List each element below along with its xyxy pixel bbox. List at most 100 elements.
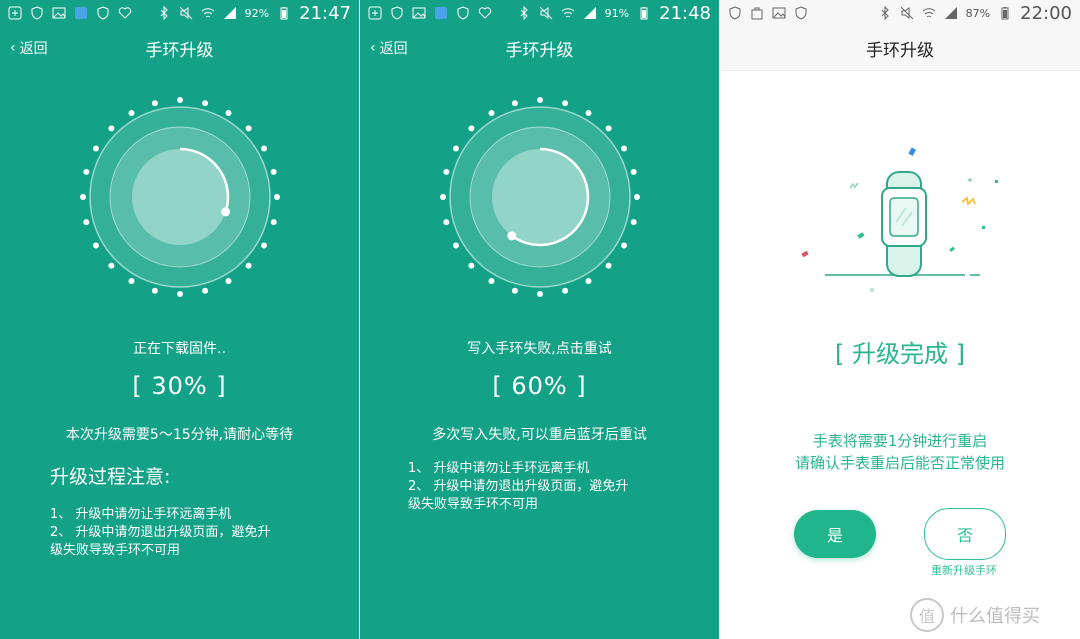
- battery-icon: [277, 6, 291, 20]
- plus-notification-icon: [368, 6, 382, 20]
- ring-dot: [605, 262, 612, 269]
- app-notification-icon: [74, 6, 88, 20]
- back-label: 返回: [19, 41, 48, 57]
- bluetooth-icon: [517, 6, 531, 20]
- battery-percent: 91%: [604, 6, 630, 20]
- ring-dot: [225, 109, 232, 116]
- status-message: 正在下载固件..: [133, 341, 226, 357]
- ring-dot: [585, 109, 592, 116]
- app-notification-icon: [434, 6, 448, 20]
- battery-percent: 92%: [244, 6, 270, 20]
- ring-dot: [443, 168, 450, 175]
- watermark-logo-icon: 值: [910, 598, 944, 632]
- battery-percent: 87%: [965, 6, 991, 20]
- no-button[interactable]: 否: [924, 508, 1006, 560]
- wifi-icon: [922, 6, 936, 20]
- clock: 21:48: [659, 2, 711, 24]
- image-icon: [772, 6, 786, 20]
- ring-dot: [537, 291, 543, 297]
- ring-dot: [488, 109, 495, 116]
- chevron-left-icon: ‹: [10, 40, 16, 56]
- heart-shield-icon: [118, 6, 132, 20]
- back-button[interactable]: ‹ 返回: [10, 26, 48, 70]
- ring-dot: [468, 125, 475, 132]
- signal-icon: [583, 6, 597, 20]
- note-line: 2、 升级中请勿退出升级页面，避免升: [408, 479, 629, 494]
- ring-dot: [83, 219, 90, 226]
- progress-ring-graphic: [80, 97, 280, 297]
- signal-icon: [944, 6, 958, 20]
- wristband-icon: [801, 147, 998, 292]
- ring-dot: [468, 262, 475, 269]
- band-complete-illustration: [790, 140, 1010, 300]
- ring-dot: [128, 109, 135, 116]
- progress-ring-graphic: [440, 97, 640, 297]
- panel-upgrade-complete: 87% 22:00 手环升级: [720, 0, 1080, 639]
- image-icon: [52, 6, 66, 20]
- ring-dot: [261, 242, 268, 249]
- progress-ring: [80, 92, 280, 302]
- wifi-icon: [561, 6, 575, 20]
- page-title: 手环升级: [145, 40, 214, 61]
- status-bar: 91% 21:48: [360, 0, 719, 26]
- notes-list: 1、 升级中请勿让手环远离手机 2、 升级中请勿退出升级页面，避免升 级失败导致…: [408, 460, 678, 514]
- ring-dot: [245, 125, 252, 132]
- wait-hint: 本次升级需要5～15分钟,请耐心等待: [65, 427, 294, 443]
- ring-dot: [585, 278, 592, 285]
- ring-dot: [452, 145, 459, 152]
- failure-hint: 多次写入失败,可以重启蓝牙后重试: [432, 427, 647, 443]
- shield-icon: [794, 6, 808, 20]
- ring-dot: [245, 262, 252, 269]
- page-title: 手环升级: [866, 40, 934, 61]
- reupgrade-label: 重新升级手环: [931, 564, 997, 577]
- yes-button[interactable]: 是: [794, 510, 876, 558]
- ring-dot: [80, 194, 86, 200]
- ring-dot: [562, 287, 569, 294]
- ring-dot: [92, 242, 99, 249]
- ring-dot: [630, 219, 637, 226]
- page-title: 手环升级: [505, 40, 574, 61]
- ring-dot: [274, 194, 280, 200]
- mute-icon: [900, 6, 914, 20]
- status-message-retry[interactable]: 写入手环失败,点击重试: [360, 338, 719, 358]
- panel-downloading: 92% 21:47 ‹ 返回 手环升级 正在下载固件.. [ 30% ] 本次升…: [0, 0, 359, 639]
- ring-dot: [634, 194, 640, 200]
- back-label: 返回: [379, 41, 408, 57]
- note-line: 1、 升级中请勿让手环远离手机: [408, 461, 590, 476]
- ring-dot: [605, 125, 612, 132]
- battery-icon: [998, 6, 1012, 20]
- ring-dot: [261, 145, 268, 152]
- progress-knob: [507, 231, 517, 241]
- ring-dot: [202, 287, 209, 294]
- ring-dot: [511, 100, 518, 107]
- ring-dot: [562, 100, 569, 107]
- shield-icon: [728, 6, 742, 20]
- restart-line: 手表将需要1分钟进行重启: [812, 432, 988, 450]
- ring-dot: [621, 242, 628, 249]
- ring-dot: [177, 97, 183, 103]
- ring-dot: [270, 219, 277, 226]
- notes-title: 升级过程注意:: [50, 466, 171, 488]
- wifi-icon: [201, 6, 215, 20]
- progress-ring: [440, 92, 640, 302]
- restart-message: 手表将需要1分钟进行重启 请确认手表重启后能否正常使用: [720, 430, 1080, 474]
- shopping-bag-icon: [750, 6, 764, 20]
- nav-bar: ‹ 返回 手环升级: [0, 26, 359, 70]
- ring-dot: [128, 278, 135, 285]
- ring-dot: [621, 145, 628, 152]
- ring-dot: [83, 168, 90, 175]
- ring-dot: [225, 278, 232, 285]
- ring-dot: [511, 287, 518, 294]
- status-bar: 92% 21:47: [0, 0, 359, 26]
- ring-dot: [92, 145, 99, 152]
- back-button[interactable]: ‹ 返回: [370, 26, 408, 70]
- restart-line: 请确认手表重启后能否正常使用: [794, 454, 1005, 472]
- ring-dot: [270, 168, 277, 175]
- ring-dot: [443, 219, 450, 226]
- notes-list: 1、 升级中请勿让手环远离手机 2、 升级中请勿退出升级页面，避免升 级失败导致…: [50, 506, 320, 560]
- progress-percent: [ 60% ]: [492, 372, 587, 400]
- site-watermark: 值 什么值得买: [910, 598, 1040, 632]
- ring-dot: [108, 125, 115, 132]
- mute-icon: [539, 6, 553, 20]
- clock: 21:47: [299, 2, 351, 24]
